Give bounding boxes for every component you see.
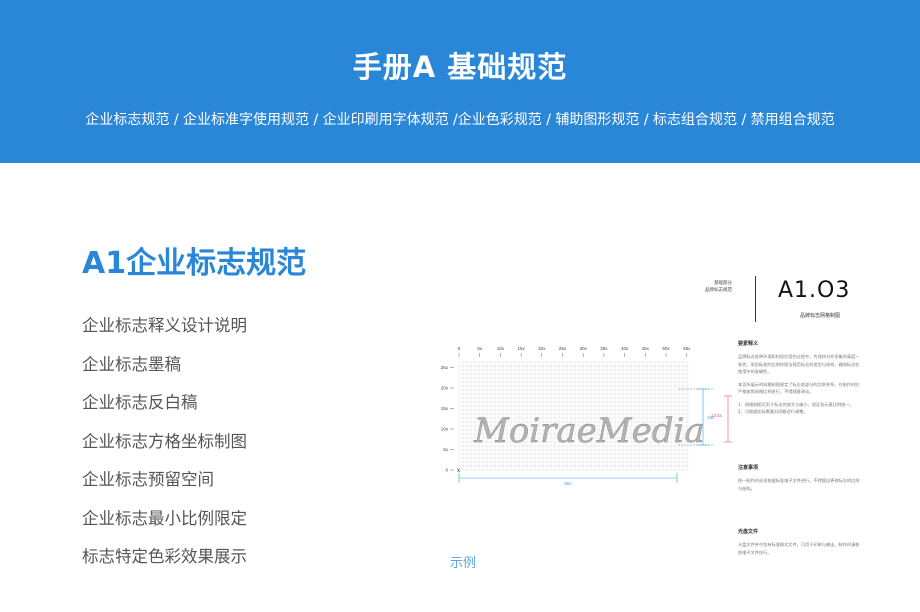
x-tick-labels: 0 5x 10x 15x 20x 25x 30x 35x 40x 45x 50x 55x bbox=[458, 346, 691, 357]
x-tick-label: 30x bbox=[580, 346, 588, 351]
banner-title: 手册A 基础规范 bbox=[352, 50, 568, 84]
x-tick-label: 10x bbox=[497, 346, 505, 351]
text-paragraph: 1、网格制图可用于标志的放大与缩小，保证各元素比例统一。2、可根据实际需要对网格… bbox=[738, 401, 854, 415]
section-item: 企业标志反白稿 bbox=[82, 393, 198, 412]
text-paragraph: 本页所展示的网格制图规定了标志各部分的比例关系，在制作时应严格按照网格比例进行，… bbox=[738, 381, 860, 395]
page-text-column: 要素释义 品牌标志各种环境和材质应用的过程中，为保持对外形象的高度一致性，采用标… bbox=[738, 340, 860, 421]
text-paragraph: 品牌标志各种环境和材质应用的过程中，为保持对外形象的高度一致性，采用标准的比例作… bbox=[738, 354, 860, 374]
x-tick-label: 20x bbox=[538, 346, 546, 351]
y-tick-label: 0 bbox=[445, 468, 448, 473]
x-tick-label: 0 bbox=[458, 346, 461, 351]
x-tick-label: 50x bbox=[662, 346, 670, 351]
page-text-column: 光盘文件 光盘文件夹中含有标准格式文件，可用于印刷与输出，制作时请依照电子文件执… bbox=[738, 528, 860, 561]
section-item: 企业标志方格坐标制图 bbox=[82, 431, 247, 451]
section-item: 企业标志预留空间 bbox=[82, 470, 214, 489]
section-item: 企业标志释义设计说明 bbox=[82, 316, 247, 335]
x-tick-label: 15x bbox=[517, 346, 525, 351]
x-tick-label: 55x bbox=[683, 346, 691, 351]
header-line-2: 品牌标志规范 bbox=[705, 288, 732, 293]
y-tick-label: 15x bbox=[441, 406, 449, 411]
page-subtitle: 品牌标志网格制图 bbox=[800, 313, 841, 319]
page-text-column: 注意事项 统一制作时必须依据标准电子文件进行，不得擅自更改标志的比例与结构。 bbox=[738, 464, 860, 497]
x-tick-label: 40x bbox=[621, 346, 629, 351]
text-heading: 要素释义 bbox=[738, 341, 759, 347]
section-item: 标志特定色彩效果展示 bbox=[82, 547, 247, 566]
text-heading: 注意事项 bbox=[738, 465, 759, 471]
x-tick-label: 25x bbox=[559, 346, 567, 351]
text-heading: 光盘文件 bbox=[738, 529, 759, 535]
logo-grid-drawing: 0 5x 10x 15x 20x 25x 30x 35x 40x 45x 50x 55x 25x 20x… bbox=[441, 346, 732, 486]
header-banner: 手册A 基础规范 企业标志规范 / 企业标准字使用规范 / 企业印刷用字体规范 … bbox=[0, 0, 920, 163]
section-title: A1企业标志规范 bbox=[82, 246, 307, 281]
page-code: A1.O3 bbox=[778, 278, 851, 303]
section-item: 企业标志最小比例限定 bbox=[82, 508, 247, 528]
section-item: 企业标志墨稿 bbox=[82, 354, 181, 374]
x-tick-label: 5x bbox=[477, 346, 483, 351]
banner-subtitle: 企业标志规范 / 企业标准字使用规范 / 企业印刷用字体规范 /企业色彩规范 /… bbox=[85, 112, 835, 128]
origin-mark: x bbox=[457, 468, 460, 474]
header-line-1: 基础部分 bbox=[714, 281, 732, 286]
section-item-list: 企业标志释义设计说明 企业标志墨稿 企业标志反白稿 企业标志方格坐标制图 企业标… bbox=[82, 312, 247, 582]
y-tick-label: 20x bbox=[441, 386, 449, 391]
logo-wordmark: MoiraeMedia bbox=[473, 411, 705, 451]
page-header-label: 基础部分 品牌标志规范 bbox=[688, 280, 732, 294]
y-tick-label: 10x bbox=[441, 427, 449, 432]
dim-width-label: 50x bbox=[564, 481, 572, 486]
x-tick-label: 45x bbox=[642, 346, 650, 351]
y-tick-label: 25x bbox=[441, 365, 449, 370]
text-paragraph: 光盘文件夹中含有标准格式文件，可用于印刷与输出，制作时请依照电子文件执行。 bbox=[738, 542, 860, 555]
header-divider bbox=[755, 276, 756, 322]
x-tick-label: 35x bbox=[600, 346, 608, 351]
y-tick-label: 5x bbox=[443, 447, 449, 452]
y-tick-labels: 25x 20x 15x 10x 5x 0 bbox=[441, 365, 454, 473]
example-label: 示例 bbox=[450, 556, 477, 571]
dimension-lines-pink bbox=[724, 395, 732, 443]
dim-height2-label: 13.5x bbox=[711, 413, 723, 418]
text-paragraph: 统一制作时必须依据标准电子文件进行，不得擅自更改标志的比例与结构。 bbox=[738, 478, 860, 491]
